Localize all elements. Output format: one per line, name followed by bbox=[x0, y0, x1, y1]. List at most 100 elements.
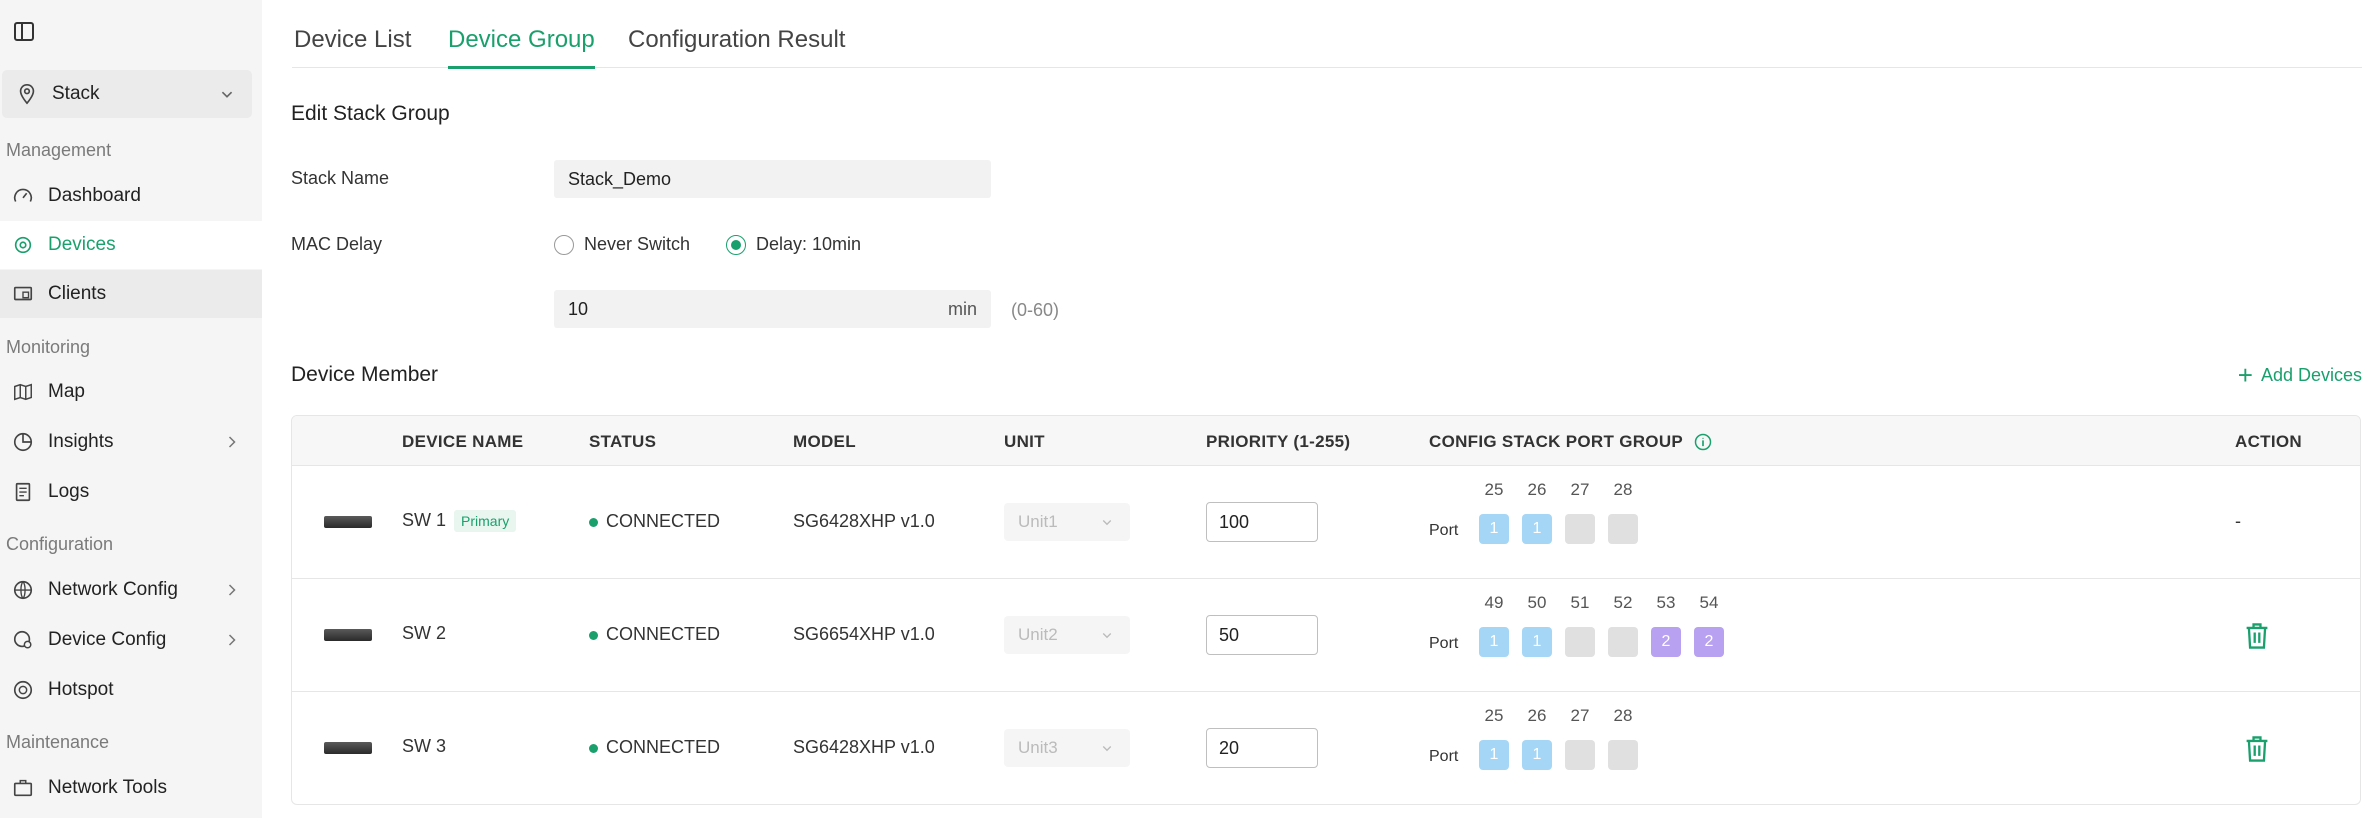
port-number: 28 bbox=[1613, 480, 1633, 499]
device-name-cell[interactable]: SW 2 bbox=[402, 623, 446, 644]
port-box[interactable] bbox=[1608, 627, 1638, 657]
logs-document-icon bbox=[15, 482, 31, 502]
chevron-down-icon bbox=[221, 91, 233, 98]
delay-unit: min bbox=[947, 298, 977, 319]
status-cell: CONNECTED bbox=[589, 624, 720, 645]
chevron-down-icon bbox=[1102, 633, 1112, 639]
unit-select[interactable]: Unit2 bbox=[1004, 616, 1130, 654]
port-box[interactable]: 2 bbox=[1694, 627, 1724, 657]
status-dot-icon bbox=[589, 630, 598, 640]
model-cell: SG6428XHP v1.0 bbox=[793, 737, 935, 757]
priority-input[interactable]: 50 bbox=[1206, 615, 1318, 655]
port-box[interactable] bbox=[1565, 740, 1595, 770]
status-cell: CONNECTED bbox=[589, 511, 720, 532]
section-monitoring: Monitoring bbox=[6, 337, 91, 357]
sidebar-item-insights[interactable]: Insights bbox=[0, 418, 262, 466]
sidebar-item-devices[interactable]: Devices bbox=[0, 221, 262, 269]
port-box[interactable]: 1 bbox=[1479, 627, 1509, 657]
th-port-group: CONFIG STACK PORT GROUP bbox=[1429, 432, 1713, 452]
th-device-name: DEVICE NAME bbox=[402, 432, 524, 451]
th-priority: PRIORITY (1-255) bbox=[1206, 432, 1351, 451]
port-unit-value: 1 bbox=[1532, 520, 1542, 537]
status-cell: CONNECTED bbox=[589, 737, 720, 758]
tab-device-group[interactable]: Device Group bbox=[448, 26, 595, 69]
radio-delay[interactable]: Delay: 10min bbox=[726, 234, 861, 255]
port-number: 54 bbox=[1699, 593, 1719, 612]
delay-range-hint: (0-60) bbox=[1011, 300, 1060, 320]
port-box[interactable]: 1 bbox=[1479, 740, 1509, 770]
port-box[interactable]: 2 bbox=[1651, 627, 1681, 657]
sidebar-toggle-icon[interactable] bbox=[14, 22, 34, 41]
sidebar-item-map[interactable]: Map bbox=[0, 368, 262, 416]
delay-minutes-input[interactable]: 10 min bbox=[554, 290, 991, 328]
sidebar-item-label: Map bbox=[48, 381, 85, 402]
add-devices-button[interactable]: + Add Devices bbox=[2238, 362, 2362, 388]
port-label: Port bbox=[1429, 522, 1459, 539]
port-box[interactable] bbox=[1608, 514, 1638, 544]
port-box[interactable]: 1 bbox=[1522, 627, 1552, 657]
delay-minutes-value: 10 bbox=[568, 298, 589, 319]
priority-input[interactable]: 20 bbox=[1206, 728, 1318, 768]
tab-configuration-result[interactable]: Configuration Result bbox=[628, 26, 845, 66]
mac-delay-label: MAC Delay bbox=[291, 234, 383, 254]
sidebar-item-label: Dashboard bbox=[48, 185, 141, 206]
port-number: 26 bbox=[1527, 706, 1547, 725]
port-box[interactable] bbox=[1608, 740, 1638, 770]
port-box[interactable]: 1 bbox=[1522, 514, 1552, 544]
device-config-gear-icon bbox=[13, 630, 32, 649]
radio-never-switch[interactable]: Never Switch bbox=[554, 234, 690, 255]
sidebar-item-label: Logs bbox=[48, 481, 90, 502]
stack-name-input[interactable]: Stack_Demo bbox=[554, 160, 991, 198]
sidebar-item-hotspot[interactable]: Hotspot bbox=[0, 666, 262, 714]
primary-badge: Primary bbox=[454, 510, 517, 532]
status-dot-icon bbox=[589, 517, 598, 527]
port-box[interactable] bbox=[1565, 627, 1595, 657]
trash-icon[interactable] bbox=[2243, 621, 2271, 651]
tab-bar: Device List Device Group Configuration R… bbox=[292, 0, 2362, 69]
device-name-cell[interactable]: SW 1 Primary bbox=[402, 510, 517, 532]
sidebar-item-device-config[interactable]: Device Config bbox=[0, 616, 262, 664]
unit-select[interactable]: Unit1 bbox=[1004, 503, 1130, 541]
unit-select[interactable]: Unit3 bbox=[1004, 729, 1130, 767]
sidebar-item-label: Devices bbox=[48, 234, 116, 255]
device-member-title: Device Member bbox=[291, 363, 439, 386]
action-none: - bbox=[2235, 511, 2241, 531]
edit-stack-group-title: Edit Stack Group bbox=[291, 102, 450, 125]
device-member-table: DEVICE NAME STATUS MODEL UNIT PRIORITY (… bbox=[291, 415, 2361, 805]
info-icon[interactable] bbox=[1693, 432, 1713, 452]
port-number: 50 bbox=[1527, 593, 1547, 612]
sidebar-item-label: Device Config bbox=[48, 629, 167, 650]
port-number: 27 bbox=[1570, 706, 1590, 725]
port-label: Port bbox=[1429, 748, 1459, 765]
switch-device-icon bbox=[324, 629, 372, 641]
trash-icon[interactable] bbox=[2243, 734, 2271, 764]
plus-icon: + bbox=[2237, 360, 2253, 390]
port-number: 53 bbox=[1656, 593, 1676, 612]
table-header: DEVICE NAME STATUS MODEL UNIT PRIORITY (… bbox=[292, 416, 2360, 466]
sidebar-item-logs[interactable]: Logs bbox=[0, 468, 262, 516]
sidebar: Stack Management Dashboard Devices Clien… bbox=[0, 0, 262, 818]
sidebar-item-clients[interactable]: Clients bbox=[0, 270, 262, 318]
site-selector[interactable]: Stack bbox=[2, 70, 252, 118]
port-box[interactable]: 1 bbox=[1522, 740, 1552, 770]
priority-value: 20 bbox=[1219, 737, 1240, 758]
th-port-group-label: CONFIG STACK PORT GROUP bbox=[1429, 432, 1684, 451]
port-box[interactable]: 1 bbox=[1479, 514, 1509, 544]
port-unit-value: 1 bbox=[1489, 520, 1499, 537]
device-name-cell[interactable]: SW 3 bbox=[402, 736, 446, 757]
tab-device-list[interactable]: Device List bbox=[294, 26, 411, 66]
sidebar-item-dashboard[interactable]: Dashboard bbox=[0, 172, 262, 220]
priority-input[interactable]: 100 bbox=[1206, 502, 1318, 542]
port-box[interactable] bbox=[1565, 514, 1595, 544]
port-number: 26 bbox=[1527, 480, 1547, 499]
priority-value: 100 bbox=[1219, 511, 1250, 532]
device-name: SW 1 bbox=[402, 510, 447, 530]
status-text: CONNECTED bbox=[606, 624, 721, 644]
th-unit: UNIT bbox=[1004, 432, 1045, 451]
unit-value: Unit1 bbox=[1018, 512, 1058, 531]
table-row: SW 2 CONNECTED SG6654XHP v1.0 Unit2 50 Port 49… bbox=[292, 579, 2360, 692]
sidebar-item-network-config[interactable]: Network Config bbox=[0, 566, 262, 614]
sidebar-item-network-tools[interactable]: Network Tools bbox=[0, 764, 262, 812]
port-unit-value: 1 bbox=[1532, 746, 1542, 763]
model-cell: SG6428XHP v1.0 bbox=[793, 511, 935, 531]
